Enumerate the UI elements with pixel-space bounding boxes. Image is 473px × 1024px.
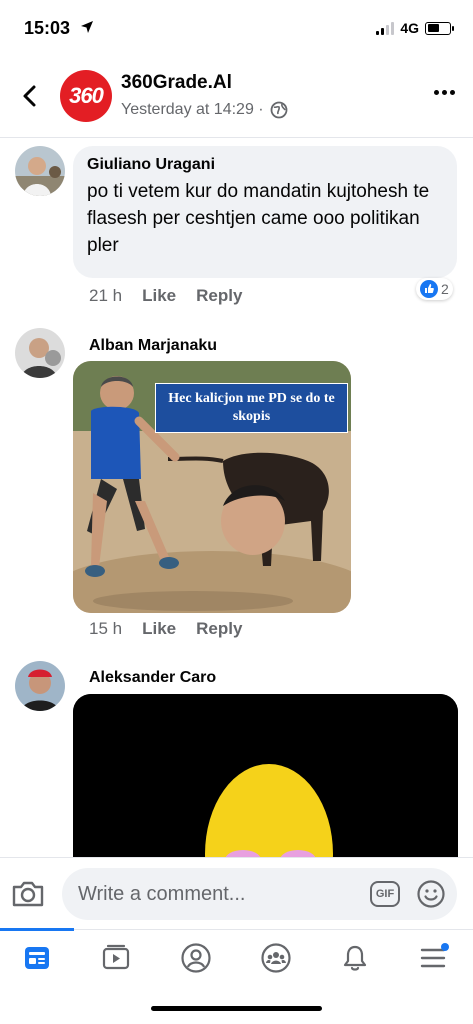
notifications-icon <box>343 945 367 971</box>
reply-button[interactable]: Reply <box>196 286 242 306</box>
avatar[interactable] <box>15 146 65 196</box>
like-button[interactable]: Like <box>142 286 176 306</box>
home-indicator <box>151 1006 322 1011</box>
comment-time[interactable]: 15 h <box>89 619 122 639</box>
comment-time[interactable]: 21 h <box>89 286 122 306</box>
comment-text: po ti vetem kur do mandatin kujtohesh te… <box>87 181 430 256</box>
tab-profile[interactable] <box>176 938 216 978</box>
tab-notifications[interactable] <box>335 938 375 978</box>
comment-author[interactable]: Alban Marjanaku <box>89 337 217 355</box>
gif-button[interactable]: GIF <box>370 881 400 907</box>
more-dots-icon <box>434 90 439 95</box>
status-bar: 15:03 4G <box>0 0 473 58</box>
status-indicators: 4G <box>376 20 454 36</box>
like-button[interactable]: Like <box>142 619 176 639</box>
reaction-count[interactable]: 2 <box>416 278 453 300</box>
tab-groups[interactable] <box>256 938 296 978</box>
tab-menu[interactable] <box>414 938 454 978</box>
thumbs-up-icon <box>420 280 438 298</box>
watch-icon <box>102 944 130 970</box>
reaction-count-label: 2 <box>441 281 449 297</box>
post-meta: Yesterday at 14:29 · <box>121 101 288 119</box>
post-header: 360 360Grade.Al Yesterday at 14:29 · <box>0 58 473 138</box>
meme-caption: Hec kalicjon me PD se do te skopis <box>155 383 348 433</box>
tab-watch[interactable] <box>96 938 136 978</box>
tab-news-feed[interactable] <box>17 938 57 978</box>
groups-icon <box>261 943 291 973</box>
back-chevron-icon[interactable] <box>16 82 44 110</box>
news-feed-icon <box>25 947 49 969</box>
comment-image[interactable]: Hec kalicjon me PD se do te skopis <box>73 361 351 613</box>
comment-author[interactable]: Giuliano Uragani <box>87 156 443 174</box>
comment-image[interactable] <box>73 694 458 864</box>
page-logo[interactable]: 360 <box>60 70 112 122</box>
reply-button[interactable]: Reply <box>196 619 242 639</box>
location-arrow-icon <box>81 21 93 33</box>
signal-icon <box>376 21 395 35</box>
comment-composer: GIF <box>0 857 473 929</box>
comment-bubble[interactable]: Giuliano Uragani po ti vetem kur do mand… <box>73 146 457 278</box>
logo-text: 360 <box>69 83 104 108</box>
globe-icon <box>270 101 288 119</box>
page-name[interactable]: 360Grade.Al <box>121 72 232 94</box>
active-tab-indicator <box>0 928 74 931</box>
more-options-button[interactable] <box>434 90 455 95</box>
comment-author[interactable]: Aleksander Caro <box>89 669 216 687</box>
network-label: 4G <box>400 20 419 36</box>
camera-icon[interactable] <box>10 876 46 912</box>
comment-actions: 21 h Like Reply <box>89 286 242 306</box>
battery-icon <box>425 21 454 35</box>
avatar[interactable] <box>15 661 65 711</box>
avatar[interactable] <box>15 328 65 378</box>
comment-actions: 15 h Like Reply <box>89 619 242 639</box>
profile-icon <box>181 943 211 973</box>
status-time: 15:03 <box>24 18 71 38</box>
menu-icon <box>420 943 449 968</box>
emoji-icon[interactable] <box>416 879 446 909</box>
post-timestamp[interactable]: Yesterday at 14:29 · <box>121 101 264 119</box>
